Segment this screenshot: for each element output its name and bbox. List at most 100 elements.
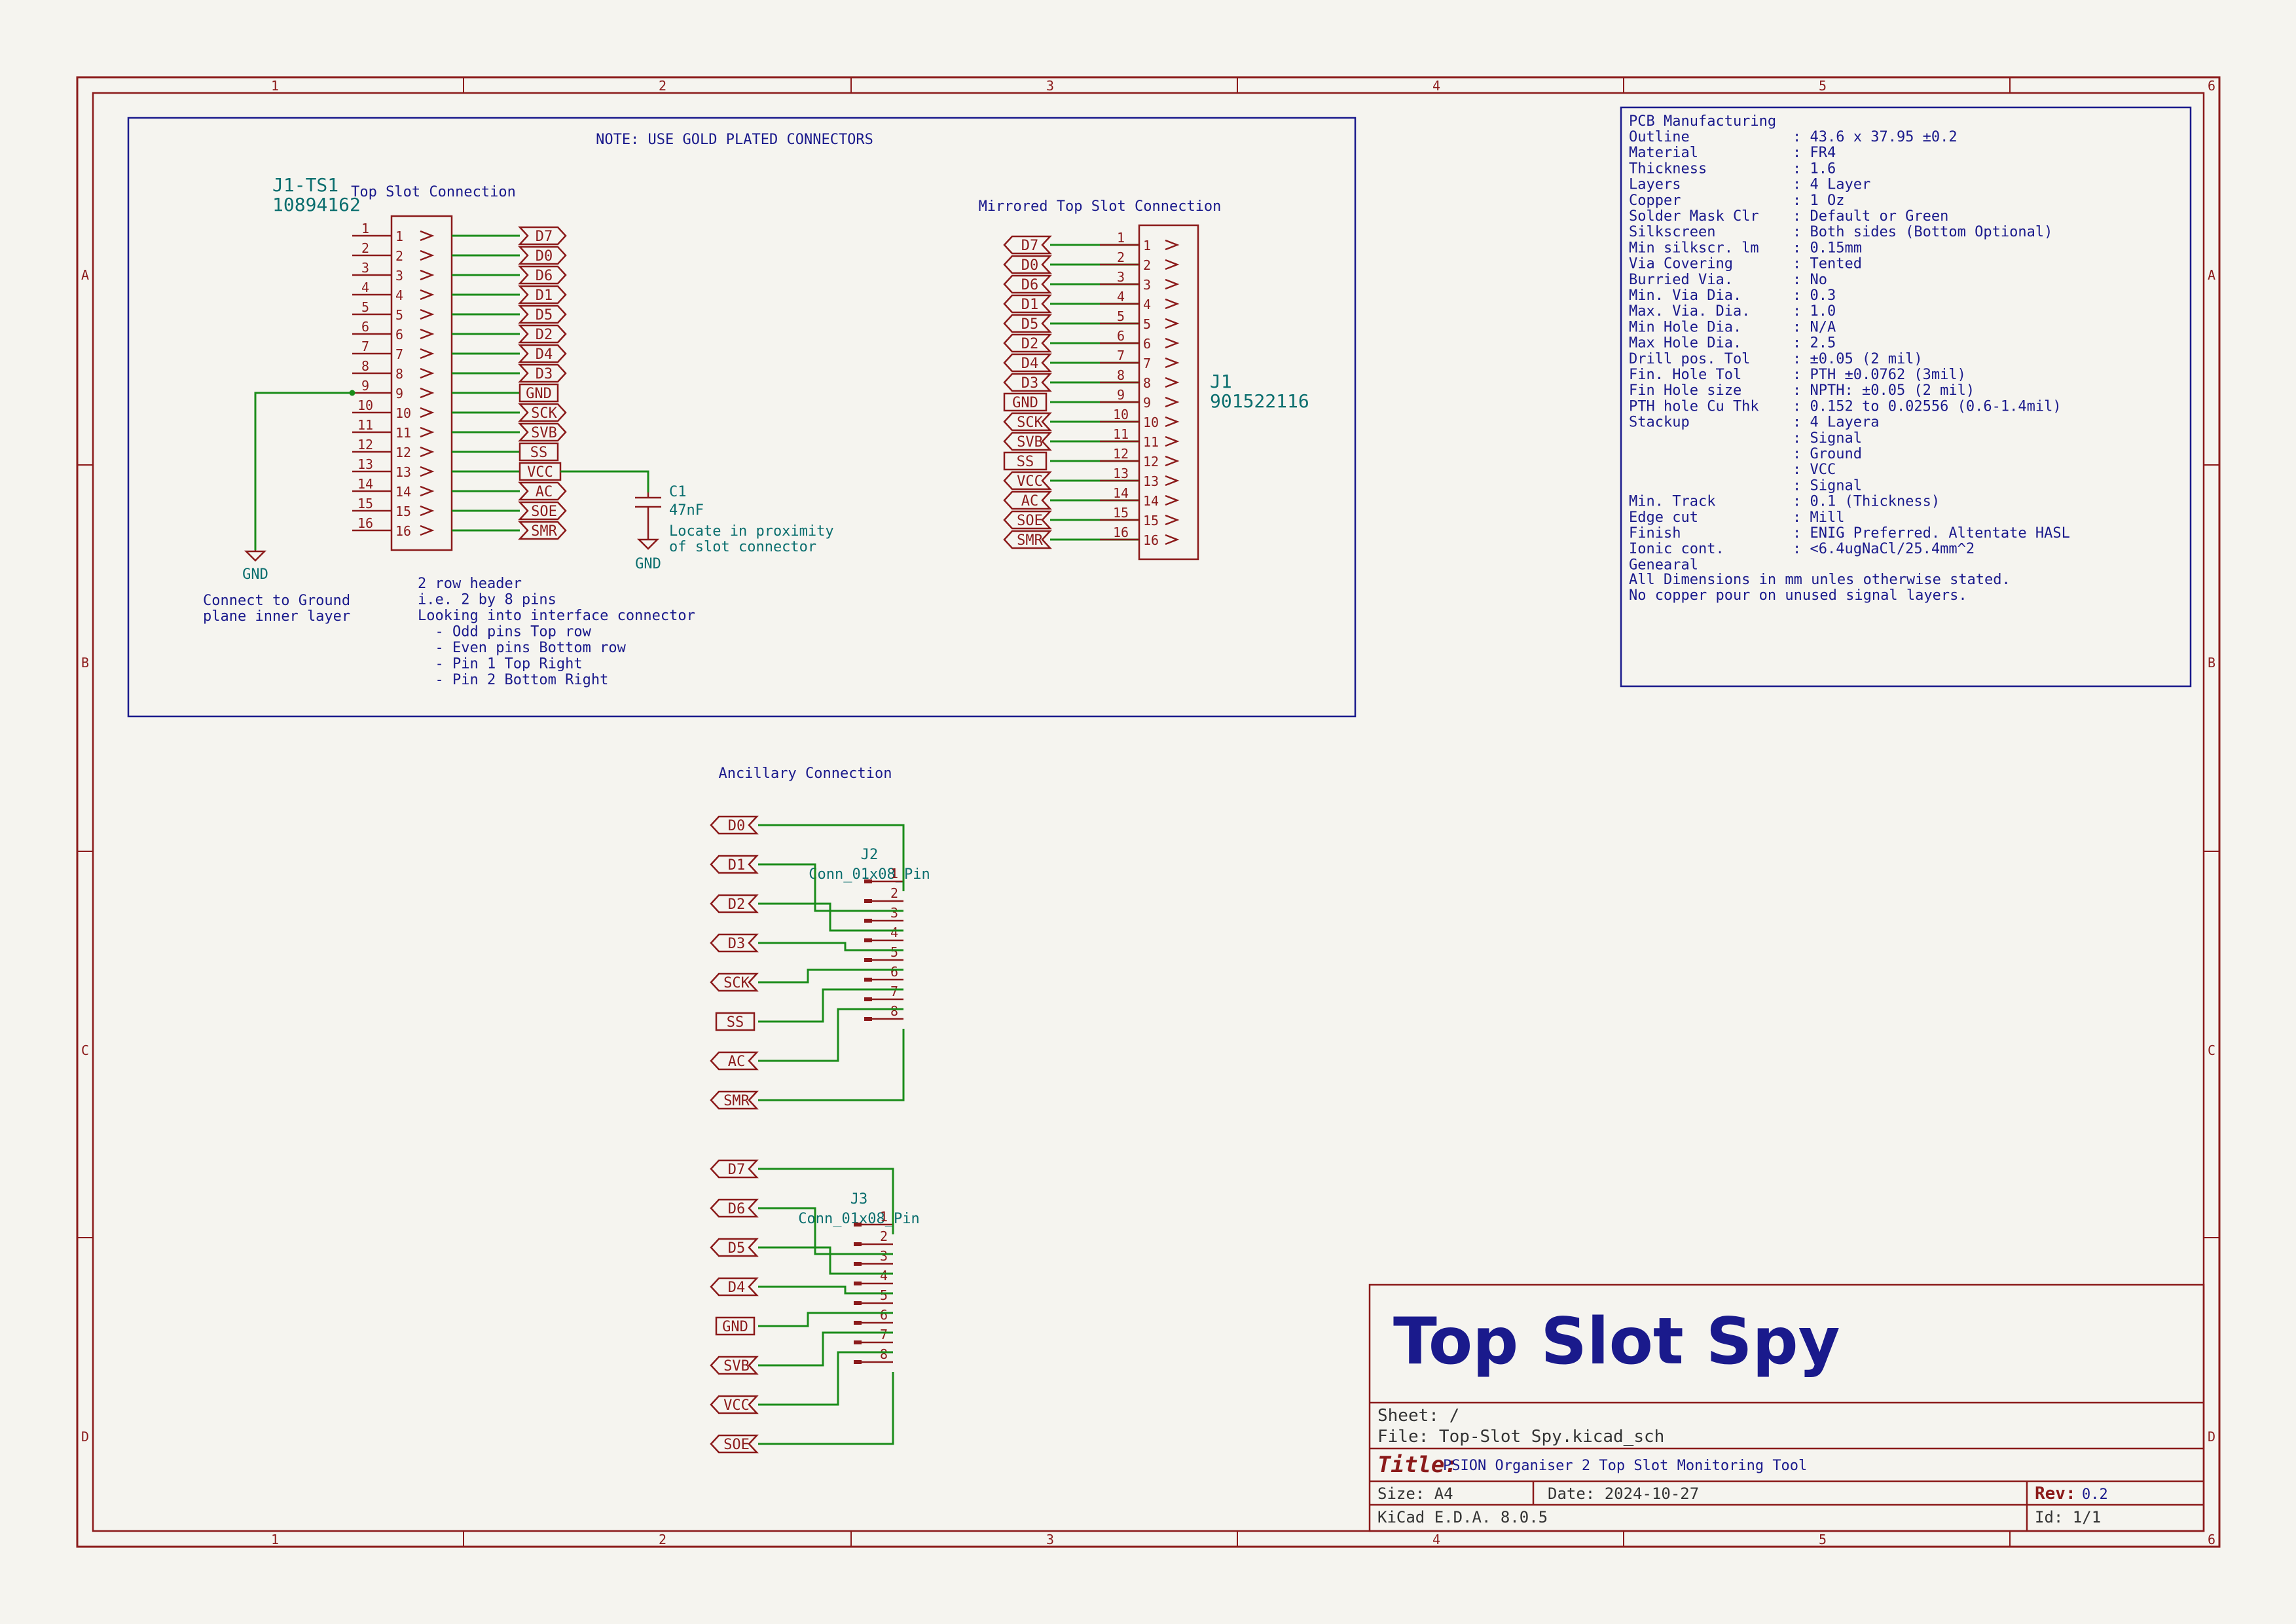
pin-marker xyxy=(854,1262,862,1266)
net-label-d3: D3 xyxy=(1003,373,1052,392)
gnd-label-left: GND xyxy=(242,566,268,583)
net-label-d4: D4 xyxy=(710,1277,759,1297)
ground-note-1: Connect to Ground xyxy=(203,593,350,609)
pcb-row-value: : 43.6 x 37.95 ±0.2 xyxy=(1793,129,1958,145)
frame-row-label: A xyxy=(81,267,89,283)
pin-number: 6 xyxy=(1117,328,1125,344)
top-slot-title: Top Slot Connection xyxy=(351,184,516,200)
net-label-smr: SMR xyxy=(710,1090,759,1110)
net-label-text: VCC xyxy=(1017,473,1043,490)
pin-number: 4 xyxy=(361,280,369,295)
pin-number: 11 xyxy=(357,417,373,433)
pin-number: 3 xyxy=(880,1248,888,1264)
net-label-d0: D0 xyxy=(710,815,759,835)
title-block-sheet: Sheet: / xyxy=(1377,1406,1459,1426)
pin-name: 7 xyxy=(1143,356,1151,371)
pcb-row-value: : 4 Layera xyxy=(1793,415,1879,431)
pin-marker xyxy=(864,938,872,942)
pin-name: 9 xyxy=(1143,395,1151,411)
net-label-text: SCK xyxy=(1017,415,1043,431)
net-label-text: AC xyxy=(728,1054,746,1070)
connector-wire xyxy=(758,1331,893,1367)
pcb-row-value: : ENIG Preferred. Altentate HASL xyxy=(1793,525,2070,542)
pcb-row-key: Outline xyxy=(1629,129,1690,145)
j1-pins: 1 12 23 34 45 56 67 78 89 910 1011 1112 1213 1314 1415… xyxy=(1050,230,1180,548)
title-block-rev-value: 0.2 xyxy=(2082,1486,2108,1503)
net-label-text: AC xyxy=(536,484,553,500)
net-label-gnd: GND xyxy=(715,1316,756,1336)
pcb-row-key: Material xyxy=(1629,145,1698,161)
net-label-sck: SCK xyxy=(1003,412,1052,432)
pin-name: 12 xyxy=(1143,454,1159,470)
ground-note-2: plane inner layer xyxy=(203,608,350,625)
pin-number: 1 xyxy=(1117,230,1125,246)
frame-col-label: 2 xyxy=(659,1532,666,1547)
pcb-row-key: Min. Track xyxy=(1629,494,1715,510)
net-label-text: SVB xyxy=(531,425,557,441)
net-label-d5: D5 xyxy=(1003,314,1052,333)
gnd-junction xyxy=(349,390,355,396)
pcb-row-key: PTH hole Cu Thk xyxy=(1629,398,1759,415)
pin-number: 7 xyxy=(1117,348,1125,363)
gold-note: NOTE: USE GOLD PLATED CONNECTORS xyxy=(596,132,873,148)
connector-wire xyxy=(758,1372,894,1445)
pcb-row-key: Drill pos. Tol xyxy=(1629,351,1750,367)
frame-row-label: B xyxy=(81,655,89,671)
pcb-row-value: : ±0.05 (2 mil) xyxy=(1793,351,1923,367)
net-label-d6: D6 xyxy=(518,265,567,285)
schematic-sheet: 112233445566A AB BC CD D Top Slot Spy Sheet:… xyxy=(76,76,2221,1548)
frame-row-label: D xyxy=(2208,1429,2215,1445)
pcb-row-key: Min silkscr. lm xyxy=(1629,240,1759,256)
pin-number: 1 xyxy=(890,866,898,881)
net-label-text: GND xyxy=(1012,395,1038,411)
pcb-row-key: Layers xyxy=(1629,177,1681,193)
pin-number: 2 xyxy=(890,885,898,901)
net-label-d7: D7 xyxy=(518,226,567,246)
title-block-id: Id: 1/1 xyxy=(2035,1508,2101,1526)
net-label-text: VCC xyxy=(527,464,553,481)
net-label-text: D3 xyxy=(1021,375,1039,392)
pin-arrow xyxy=(420,289,435,301)
connector-wire xyxy=(758,1008,903,1062)
net-label-text: D3 xyxy=(536,366,553,382)
pcb-row-key: Solder Mask Clr xyxy=(1629,208,1759,225)
pin-arrow xyxy=(1165,455,1180,467)
pin-number: 14 xyxy=(357,476,373,492)
pin-name: 14 xyxy=(1143,493,1159,509)
pin-number: 6 xyxy=(890,964,898,980)
pin-name: 4 xyxy=(395,287,403,303)
c1-value: 47nF xyxy=(669,502,704,519)
pin-number: 12 xyxy=(357,437,373,452)
pin-name: 10 xyxy=(1143,415,1159,430)
pcb-manufacturing-title: PCB Manufacturing xyxy=(1629,113,1776,130)
net-label-text: SMR xyxy=(531,523,557,540)
frame-row-label: A xyxy=(2208,267,2215,283)
pin-arrow xyxy=(1165,435,1180,447)
net-label-d7: D7 xyxy=(1003,235,1052,255)
net-label-ss: SS xyxy=(519,442,559,462)
pin-number: 9 xyxy=(361,378,369,394)
pcb-row-value: : Signal xyxy=(1793,477,1862,494)
net-label-text: D1 xyxy=(536,287,553,304)
pin-arrow xyxy=(420,426,435,438)
pin-number: 4 xyxy=(880,1268,888,1283)
pcb-row-key: Max. Via. Dia. xyxy=(1629,303,1750,320)
j1-body xyxy=(1138,224,1199,561)
pin-name: 2 xyxy=(1143,257,1151,273)
pin-number: 16 xyxy=(1113,525,1129,540)
net-label-d0: D0 xyxy=(1003,255,1052,274)
pcb-row-value: : 0.152 to 0.02556 (0.6-1.4mil) xyxy=(1793,398,2062,415)
net-label-d6: D6 xyxy=(1003,274,1052,294)
pin-name: 10 xyxy=(395,405,411,421)
net-label-text: D0 xyxy=(728,818,746,834)
frame-col-label: 2 xyxy=(659,78,666,94)
net-label-soe: SOE xyxy=(710,1434,759,1454)
pcb-row-key: Fin. Hole Tol xyxy=(1629,367,1741,383)
pcb-row-value: : Both sides (Bottom Optional) xyxy=(1793,224,2052,240)
pin-name: 8 xyxy=(1143,375,1151,391)
pin-marker xyxy=(854,1321,862,1325)
pcb-row-key: Fin Hole size xyxy=(1629,382,1741,399)
net-label-text: D4 xyxy=(536,346,553,363)
connector-wire xyxy=(758,1246,893,1275)
pin-name: 16 xyxy=(1143,532,1159,548)
